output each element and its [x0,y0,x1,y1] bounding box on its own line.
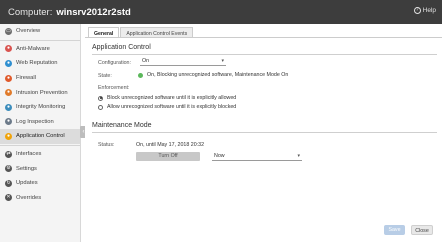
maintenance-status-label: Status: [98,142,115,148]
firewall-icon: ● [5,74,12,82]
radio-selected-icon [98,95,103,101]
sidebar-item-application-control[interactable]: ● Application Control [0,129,80,144]
sidebar-item-label: Overview [16,28,41,35]
intrusion-icon: ● [5,89,12,97]
updates-icon: ↻ [5,179,12,187]
configuration-select[interactable]: On ▾ [140,57,226,66]
sidebar-divider [0,144,80,146]
maintenance-section-title: Maintenance Mode [92,122,152,129]
sidebar-item-label: Settings [16,165,37,172]
enforcement-option-block[interactable]: Block unrecognized software until it is … [98,95,236,101]
configuration-value: On [142,58,150,64]
sidebar-item-label: Integrity Monitoring [16,104,66,111]
sidebar-item-anti-malware[interactable]: ● Anti-Malware [0,42,80,57]
app-control-section-title: Application Control [92,44,151,51]
status-dot-icon [138,72,143,78]
enforcement-option-label: Allow unrecognized software until it is … [107,104,237,110]
sidebar-item-overview[interactable]: ▭ Overview [0,24,80,39]
sidebar-item-label: Overrides [16,194,42,201]
sidebar-item-web-reputation[interactable]: ● Web Reputation [0,56,80,71]
sidebar-divider [0,39,80,41]
interfaces-icon: ⇄ [5,150,12,158]
state-value: On, Blocking unrecognized software, Main… [138,72,288,78]
integrity-icon: ● [5,103,12,111]
enforcement-label: Enforcement: [98,85,130,91]
chevron-down-icon: ▾ [221,58,224,64]
sidebar-item-label: Application Control [16,133,65,140]
configuration-label: Configuration: [98,60,131,66]
sidebar: ▭ Overview ● Anti-Malware ● Web Reputation … [0,24,81,242]
sidebar-item-label: Web Reputation [16,60,58,67]
globe-icon: ● [5,59,12,67]
save-button[interactable]: Save [384,225,405,235]
maintenance-status-text: On, until May 17, 2018 20:32 [136,142,205,148]
close-button[interactable]: Close [411,225,433,235]
sidebar-item-interfaces[interactable]: ⇄ Interfaces [0,147,80,162]
tab-underline [85,37,442,38]
main-panel: General Application Control Events Appli… [85,24,442,242]
monitor-icon: ▭ [5,27,12,35]
sidebar-item-label: Anti-Malware [16,45,50,52]
enforcement-option-label: Block unrecognized software until it is … [107,95,237,101]
sidebar-item-firewall[interactable]: ● Firewall [0,71,80,86]
overrides-icon: ✕ [5,194,12,202]
help-icon: ? [413,7,421,14]
app-control-icon: ● [5,132,12,140]
state-label: State: [98,73,112,79]
help-label: Help [422,7,436,14]
maintenance-duration-select[interactable]: Now ▾ [212,152,302,161]
sidebar-item-label: Log Inspection [16,118,54,125]
radio-unselected-icon [98,104,103,110]
enforcement-option-allow[interactable]: Allow unrecognized software until it is … [98,104,236,110]
sidebar-item-overrides[interactable]: ✕ Overrides [0,191,80,206]
state-text: On, Blocking unrecognized software, Main… [147,72,289,78]
sidebar-item-updates[interactable]: ↻ Updates [0,176,80,191]
gear-icon: ⚙ [5,165,12,173]
title-label: Computer: [8,6,53,18]
log-icon: ● [5,118,12,126]
section-divider [92,132,437,133]
duration-value: Now [214,153,225,159]
help-link[interactable]: ? Help [413,7,436,14]
sidebar-item-label: Updates [16,180,38,187]
sidebar-item-settings[interactable]: ⚙ Settings [0,161,80,176]
shield-icon: ● [5,45,12,53]
turn-off-button[interactable]: Turn Off [136,152,200,161]
sidebar-item-integrity-monitoring[interactable]: ● Integrity Monitoring [0,100,80,115]
sidebar-item-intrusion-prevention[interactable]: ● Intrusion Prevention [0,85,80,100]
sidebar-item-label: Intrusion Prevention [16,89,68,96]
sidebar-item-log-inspection[interactable]: ● Log Inspection [0,115,80,130]
section-divider [92,54,437,55]
title-bar: Computer: winsrv2012r2std ? Help [0,0,442,24]
sidebar-item-label: Firewall [16,75,36,82]
computer-name: winsrv2012r2std [56,6,131,18]
sidebar-item-label: Interfaces [16,151,42,158]
chevron-down-icon: ▾ [297,153,300,159]
